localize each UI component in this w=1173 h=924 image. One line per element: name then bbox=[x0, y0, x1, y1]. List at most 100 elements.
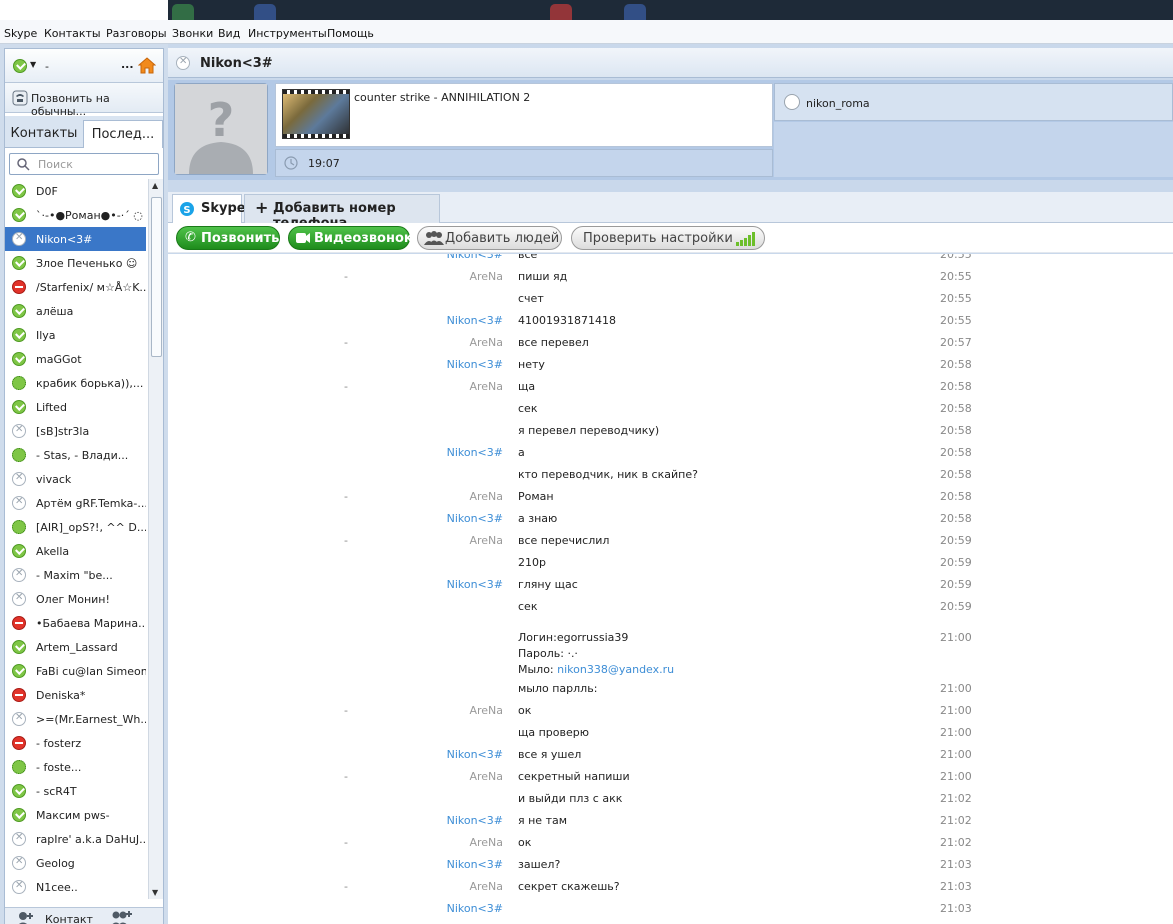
video-call-button[interactable]: Видеозвонок bbox=[288, 226, 413, 250]
contact-name: Lifted bbox=[36, 401, 67, 414]
svg-text:?: ? bbox=[208, 93, 235, 147]
chat-message: мыло парлль: 21:00 bbox=[168, 676, 1173, 698]
contact-item[interactable]: Артём gRF.Temka-... bbox=[5, 491, 146, 515]
mood-video-thumbnail[interactable] bbox=[282, 89, 350, 139]
message-author[interactable]: Nikon<3# bbox=[447, 814, 503, 827]
scroll-up-icon[interactable]: ▲ bbox=[152, 181, 158, 190]
contact-item[interactable]: N1cee.. bbox=[5, 875, 146, 899]
avatar[interactable]: ? bbox=[174, 83, 268, 175]
contact-item[interactable]: /Starfenix/ м☆Å☆K... bbox=[5, 275, 146, 299]
contact-item[interactable]: Akella bbox=[5, 539, 146, 563]
chat-message: Nikon<3# 21:03 bbox=[168, 896, 1173, 918]
email-link[interactable]: nikon338@yandex.ru bbox=[557, 663, 674, 676]
message-time: 20:58 bbox=[940, 402, 972, 415]
menu-bar: Skype Контакты Разговоры Звонки Вид Инст… bbox=[0, 20, 1173, 44]
contact-item[interactable]: •Бабаева Марина... bbox=[5, 611, 146, 635]
message-author[interactable]: AreNa bbox=[469, 836, 503, 849]
message-author[interactable]: AreNa bbox=[469, 880, 503, 893]
message-time: 20:58 bbox=[940, 380, 972, 393]
message-author[interactable]: Nikon<3# bbox=[447, 858, 503, 871]
message-author[interactable]: Nikon<3# bbox=[447, 512, 503, 525]
menu-conversations[interactable]: Разговоры bbox=[106, 27, 167, 40]
contact-item[interactable]: Ilya bbox=[5, 323, 146, 347]
message-author[interactable]: AreNa bbox=[469, 380, 503, 393]
contact-item[interactable]: - foste... bbox=[5, 755, 146, 779]
scroll-thumb[interactable] bbox=[151, 197, 162, 357]
taskbar-strip bbox=[168, 0, 1173, 20]
message-author[interactable]: AreNa bbox=[469, 704, 503, 717]
contact-item[interactable]: - scR4T bbox=[5, 779, 146, 803]
scroll-down-icon[interactable]: ▼ bbox=[152, 888, 158, 897]
message-author[interactable]: AreNa bbox=[469, 490, 503, 503]
tab-recent[interactable]: Послед... bbox=[83, 120, 163, 148]
menu-contacts[interactable]: Контакты bbox=[44, 27, 101, 40]
menu-calls[interactable]: Звонки bbox=[172, 27, 213, 40]
message-author[interactable]: AreNa bbox=[469, 770, 503, 783]
menu-skype[interactable]: Skype bbox=[4, 27, 37, 40]
online-status-icon[interactable] bbox=[13, 59, 27, 73]
contact-item[interactable]: Deniska* bbox=[5, 683, 146, 707]
tab-skype[interactable]: S Skype bbox=[172, 194, 246, 223]
contact-item[interactable]: Lifted bbox=[5, 395, 146, 419]
message-author[interactable]: Nikon<3# bbox=[447, 748, 503, 761]
message-author[interactable]: Nikon<3# bbox=[447, 358, 503, 371]
contact-item[interactable]: - fosterz bbox=[5, 731, 146, 755]
contact-item[interactable]: vivack bbox=[5, 467, 146, 491]
home-icon[interactable] bbox=[138, 57, 156, 74]
status-dropdown-icon[interactable]: ▼ bbox=[30, 60, 36, 69]
add-people-button[interactable]: Добавить людей bbox=[417, 226, 562, 250]
contact-item[interactable]: FaBi cu@lan Simeon... bbox=[5, 659, 146, 683]
message-author[interactable]: Nikon<3# bbox=[447, 578, 503, 591]
contact-item[interactable]: rapIre' a.k.a DaHuJ... bbox=[5, 827, 146, 851]
message-time: 21:00 bbox=[940, 704, 972, 717]
message-time: 21:00 bbox=[940, 770, 972, 783]
check-settings-button[interactable]: Проверить настройки bbox=[571, 226, 765, 250]
contact-item[interactable]: `·-•●Роман●•-·´ ◌ bbox=[5, 203, 146, 227]
online-status-icon bbox=[12, 184, 26, 198]
local-time: 19:07 bbox=[308, 157, 340, 170]
contact-item[interactable]: Nikon<3# bbox=[5, 227, 146, 251]
message-text: сек bbox=[518, 402, 538, 415]
menu-help[interactable]: Помощь bbox=[327, 27, 374, 40]
message-author[interactable]: AreNa bbox=[469, 534, 503, 547]
contact-item[interactable]: maGGot bbox=[5, 347, 146, 371]
tab-contacts[interactable]: Контакты bbox=[7, 120, 81, 148]
contact-item[interactable]: Geolog bbox=[5, 851, 146, 875]
tab-add-phone[interactable]: + Добавить номер телефона bbox=[244, 194, 440, 231]
contact-item[interactable]: Злое Печенько ☺ bbox=[5, 251, 146, 275]
contact-item[interactable]: - Maxim "be... bbox=[5, 563, 146, 587]
more-dots-icon[interactable]: ... bbox=[121, 58, 134, 71]
message-author[interactable]: AreNa bbox=[469, 270, 503, 283]
contact-item[interactable]: Максим pws- bbox=[5, 803, 146, 827]
phone-icon bbox=[12, 90, 28, 106]
message-author[interactable]: Nikon<3# bbox=[447, 902, 503, 915]
my-mood-text[interactable]: - bbox=[45, 60, 49, 73]
add-contact-label[interactable]: Контакт bbox=[45, 913, 93, 924]
contact-name: Злое Печенько ☺ bbox=[36, 257, 138, 270]
chat-history: Логин:egorrussia39 Пароль: ·.· Мыло: nik… bbox=[168, 254, 1173, 924]
add-contact-icon[interactable] bbox=[15, 911, 35, 924]
contact-list-scrollbar[interactable]: ▲ ▼ bbox=[148, 179, 163, 899]
contact-item[interactable]: крабик борька)),... bbox=[5, 371, 146, 395]
message-author[interactable]: AreNa bbox=[469, 336, 503, 349]
message-author[interactable]: Nikon<3# bbox=[447, 446, 503, 459]
contact-item[interactable]: [AIR]_opS?!, ^^ D... bbox=[5, 515, 146, 539]
message-author[interactable]: Nikon<3# bbox=[447, 254, 503, 261]
message-author[interactable]: Nikon<3# bbox=[447, 314, 503, 327]
call-button[interactable]: ✆ Позвонить bbox=[176, 226, 280, 250]
contact-item[interactable]: - Stas, - Влади... bbox=[5, 443, 146, 467]
contact-item[interactable]: D0F bbox=[5, 179, 146, 203]
contact-item[interactable]: Олег Монин! bbox=[5, 587, 146, 611]
menu-tools[interactable]: Инструменты bbox=[248, 27, 327, 40]
message-time: 20:55 bbox=[940, 292, 972, 305]
contact-item[interactable]: [sB]str3la bbox=[5, 419, 146, 443]
add-group-icon[interactable] bbox=[109, 910, 133, 924]
menu-view[interactable]: Вид bbox=[218, 27, 240, 40]
search-input[interactable]: Поиск bbox=[9, 153, 159, 175]
contact-item[interactable]: >=(Mr.Earnest_Wh... bbox=[5, 707, 146, 731]
contact-item[interactable]: Artem_Lassard bbox=[5, 635, 146, 659]
contact-item[interactable]: алёша bbox=[5, 299, 146, 323]
call-phones-row[interactable]: Позвонить на обычны... bbox=[5, 83, 163, 118]
contact-name: N1cee.. bbox=[36, 881, 78, 894]
message-dash: - bbox=[344, 490, 348, 503]
